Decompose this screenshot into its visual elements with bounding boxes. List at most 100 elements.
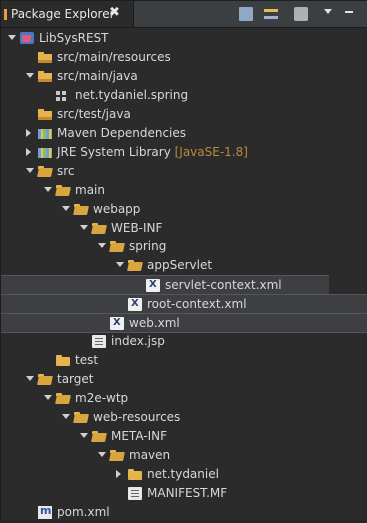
- expand-open-icon[interactable]: [8, 35, 16, 40]
- tree-item[interactable]: JRE System Library [JavaSE-1.8]: [1, 143, 367, 163]
- tree-item[interactable]: index.jsp: [1, 332, 367, 352]
- expand-open-icon[interactable]: [98, 243, 106, 248]
- folder-icon: [56, 354, 70, 367]
- tree-item-label: net.tydaniel: [147, 467, 219, 481]
- folder-open-icon: [128, 259, 142, 272]
- tree-item-text: maven: [129, 448, 171, 462]
- expand-open-icon[interactable]: [26, 168, 34, 173]
- folder-open-icon: [56, 392, 70, 405]
- tree-item-text: src/test/java: [57, 107, 131, 121]
- folder-open-icon: [110, 240, 124, 253]
- expand-open-icon[interactable]: [80, 433, 88, 438]
- tree-item[interactable]: main: [1, 181, 367, 201]
- tree-item[interactable]: Maven Dependencies: [1, 124, 367, 144]
- view-tab-bar: Package Explorer ✖: [1, 1, 367, 28]
- source-folder-icon: [38, 51, 52, 64]
- expand-closed-icon[interactable]: [26, 129, 31, 137]
- tree-item-label: WEB-INF: [111, 221, 162, 235]
- tree-item[interactable]: root-context.xml: [1, 294, 367, 314]
- expand-open-icon[interactable]: [62, 206, 70, 211]
- tree-item[interactable]: webapp: [1, 200, 367, 220]
- tree-item-text: src/main/resources: [57, 50, 171, 64]
- tree-item[interactable]: net.tydaniel.spring: [1, 86, 367, 106]
- tree-item[interactable]: m2e-wtp: [1, 389, 367, 409]
- tree-item-label: servlet-context.xml: [165, 278, 282, 292]
- tree-item[interactable]: target: [1, 370, 367, 390]
- folder-open-icon: [74, 203, 88, 216]
- view-menu-icon[interactable]: [324, 9, 332, 14]
- expand-open-icon[interactable]: [44, 187, 52, 192]
- tab-package-explorer[interactable]: Package Explorer ✖: [1, 1, 134, 27]
- tree-item-label: test: [75, 353, 98, 367]
- package-explorer-icon: [4, 9, 7, 20]
- tree-item[interactable]: spring: [1, 237, 367, 257]
- xml-file-icon: [128, 298, 142, 311]
- focus-icon[interactable]: [294, 7, 308, 21]
- project-icon: [20, 32, 34, 45]
- expand-open-icon[interactable]: [98, 452, 106, 457]
- expand-open-icon[interactable]: [62, 414, 70, 419]
- package-icon: [56, 91, 66, 101]
- tree-item[interactable]: src: [1, 162, 367, 182]
- tree-item[interactable]: LibSysREST: [1, 29, 367, 49]
- collapse-all-icon[interactable]: [239, 7, 253, 21]
- tree-item-text: src: [57, 164, 75, 178]
- tree-item[interactable]: maven: [1, 446, 367, 466]
- folder-open-icon: [74, 411, 88, 424]
- tree-item[interactable]: src/main/java: [1, 67, 367, 87]
- tree-item-text: net.tydaniel.spring: [75, 88, 189, 102]
- expand-closed-icon[interactable]: [26, 148, 31, 156]
- package-explorer-view: Package Explorer ✖ LibSysREST src/main/re…: [0, 0, 367, 522]
- tree-item-text: net.tydaniel: [147, 467, 219, 481]
- expand-open-icon[interactable]: [44, 395, 52, 400]
- expand-open-icon[interactable]: [26, 376, 34, 381]
- tree-item-label: src/main/java: [57, 69, 138, 83]
- tree-item-text: MANIFEST.MF: [147, 486, 228, 500]
- tree-item[interactable]: appServlet: [1, 256, 367, 276]
- source-folder-icon: [38, 108, 52, 121]
- link-with-editor-icon[interactable]: [264, 7, 278, 21]
- folder-open-icon: [56, 184, 70, 197]
- tree-item-text: root-context.xml: [147, 297, 247, 311]
- tree-item-decoration: [JavaSE-1.8]: [170, 145, 248, 159]
- tree-item[interactable]: src/test/java: [1, 105, 367, 125]
- expand-closed-icon[interactable]: [116, 470, 121, 478]
- library-icon: [38, 127, 52, 140]
- tree-item[interactable]: test: [1, 351, 367, 371]
- tree-item-label: net.tydaniel.spring: [75, 88, 188, 102]
- expand-open-icon[interactable]: [26, 73, 34, 78]
- file-icon: [92, 335, 106, 348]
- expand-open-icon[interactable]: [80, 225, 88, 230]
- tree-item-text: WEB-INF: [111, 221, 163, 235]
- expand-open-icon[interactable]: [116, 262, 124, 267]
- folder-icon: [128, 468, 142, 481]
- xml-file-icon: [110, 317, 124, 330]
- tree-item-label: src/main/resources: [57, 50, 171, 64]
- tree-item-text: appServlet: [147, 258, 213, 272]
- tree-item[interactable]: WEB-INF: [1, 219, 367, 239]
- tree-item[interactable]: MANIFEST.MF: [1, 484, 367, 504]
- minimize-icon[interactable]: [345, 11, 353, 13]
- tree-item[interactable]: web-resources: [1, 408, 367, 428]
- tree-item-label: Maven Dependencies: [57, 126, 186, 140]
- tree-item-text: main: [75, 183, 105, 197]
- tree-item-text: target: [57, 372, 94, 386]
- folder-open-icon: [110, 449, 124, 462]
- close-icon[interactable]: ✖: [109, 5, 120, 20]
- tree-item[interactable]: pom.xml: [1, 503, 367, 523]
- tree-item[interactable]: net.tydaniel: [1, 465, 367, 485]
- tree-item[interactable]: servlet-context.xml: [1, 275, 329, 295]
- tree-item-label: JRE System Library [JavaSE-1.8]: [57, 145, 248, 159]
- tree-item-text: index.jsp: [111, 334, 165, 348]
- tree-item-label: LibSysREST: [39, 31, 108, 45]
- pom-file-icon: [38, 504, 52, 519]
- tree-item-text: web.xml: [129, 316, 180, 330]
- tree-item[interactable]: META-INF: [1, 427, 367, 447]
- source-folder-icon: [38, 70, 52, 83]
- tree-item-label: MANIFEST.MF: [147, 486, 227, 500]
- tree-item-text: webapp: [93, 202, 141, 216]
- tree-item[interactable]: src/main/resources: [1, 48, 367, 68]
- tree-item-text: src/main/java: [57, 69, 138, 83]
- tree-item-text: spring: [129, 239, 167, 253]
- tree-item[interactable]: web.xml: [1, 313, 367, 333]
